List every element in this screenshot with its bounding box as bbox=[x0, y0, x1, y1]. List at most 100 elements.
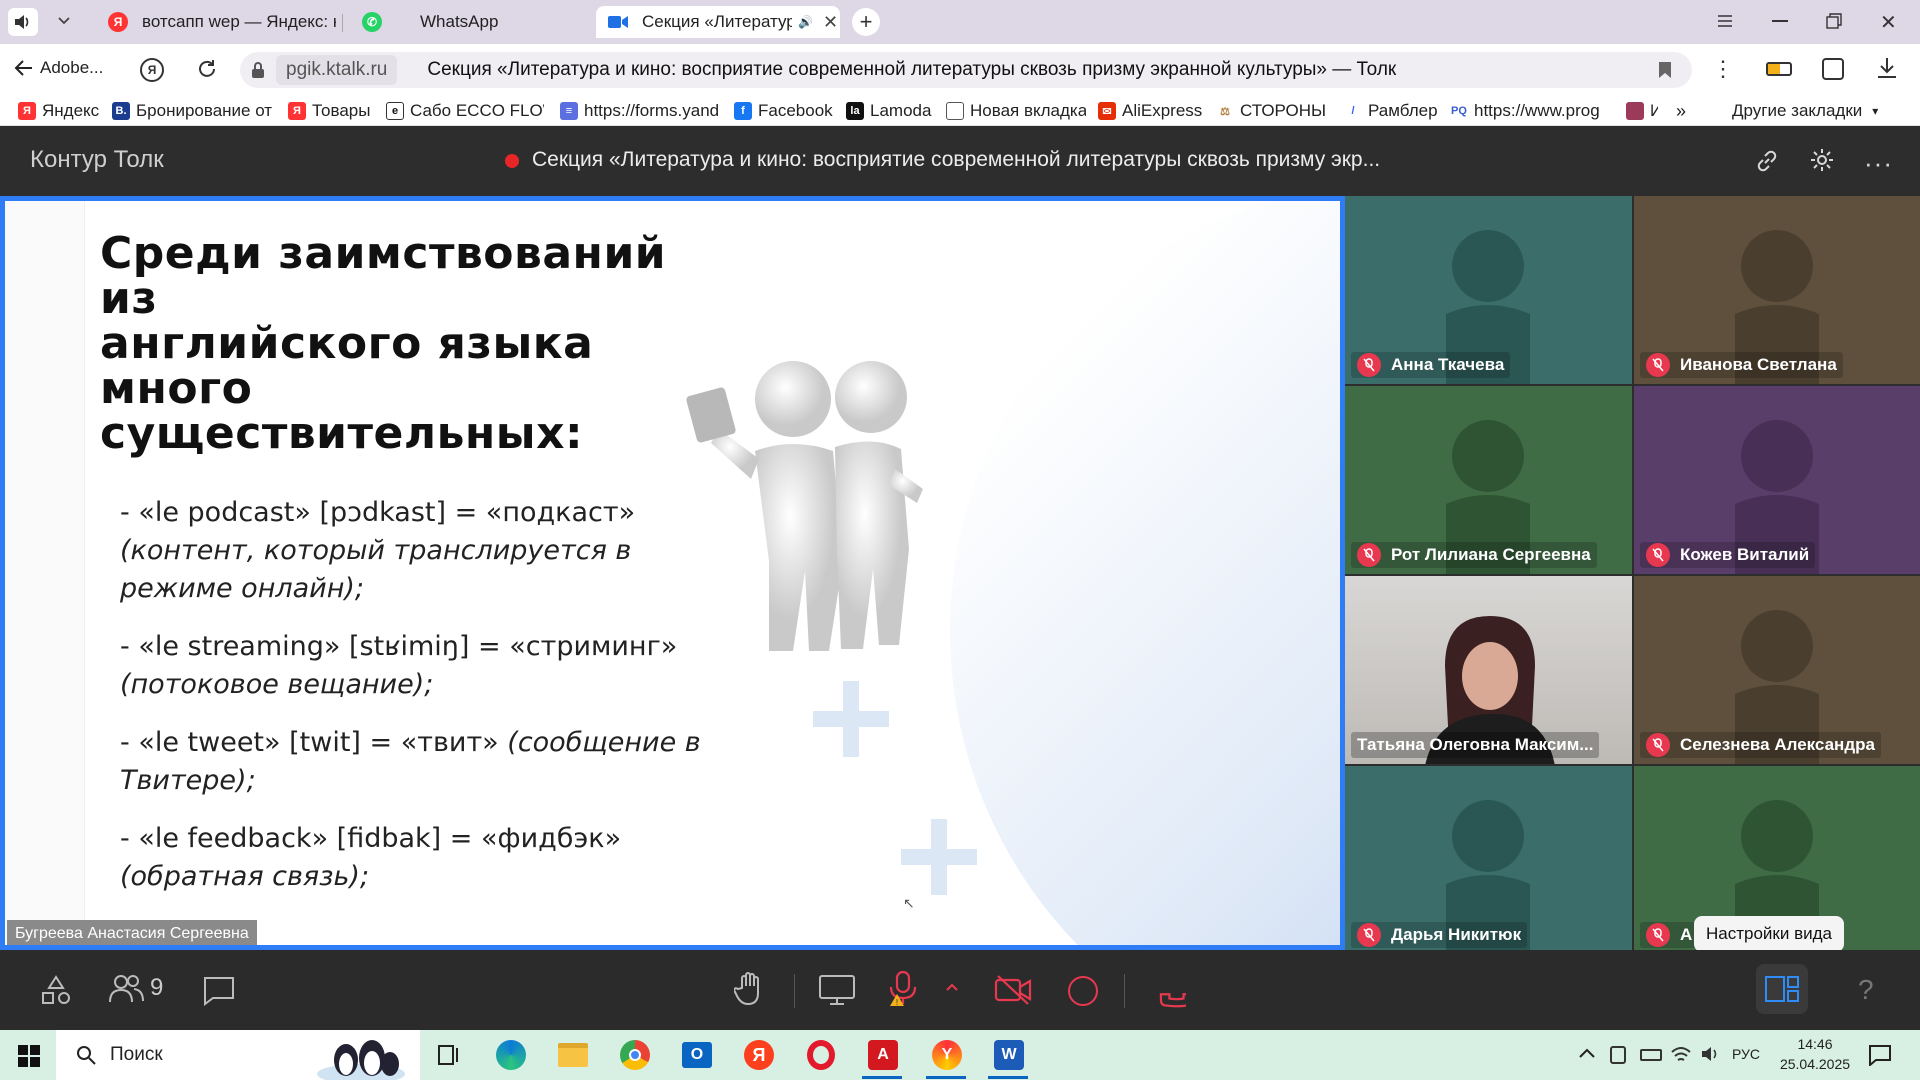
camera-off-icon[interactable] bbox=[994, 974, 1034, 1011]
wifi-icon[interactable] bbox=[1670, 1044, 1692, 1069]
battery-icon[interactable] bbox=[1766, 62, 1792, 76]
leave-call-icon[interactable] bbox=[1150, 972, 1194, 1013]
mic-off-icon bbox=[1357, 543, 1381, 567]
bookmark-item[interactable]: e Сабо ECCO FLOW bbox=[386, 99, 544, 123]
windows-start-icon[interactable] bbox=[18, 1045, 40, 1072]
bookmark-item[interactable]: / Рамблер bbox=[1344, 99, 1438, 123]
record-icon[interactable] bbox=[1068, 976, 1098, 1006]
participant-tile[interactable]: Дарья Никитюк bbox=[1345, 766, 1632, 954]
chrome-icon[interactable] bbox=[618, 1038, 652, 1072]
mic-warning-icon[interactable]: ! bbox=[886, 970, 920, 1013]
participant-tile[interactable]: Кожев Виталий bbox=[1634, 386, 1920, 574]
more-icon[interactable]: ··· bbox=[1864, 148, 1893, 179]
mic-off-icon bbox=[1357, 923, 1381, 947]
bookmark-label: Сабо ECCO FLOW bbox=[410, 101, 544, 120]
presentation-stage: Среди заимствований из английского языка… bbox=[0, 196, 1345, 950]
new-tab-button[interactable]: + bbox=[852, 8, 880, 36]
word-icon[interactable]: W bbox=[992, 1038, 1026, 1072]
screen-share-icon[interactable] bbox=[818, 974, 856, 1011]
outlook-icon[interactable]: O bbox=[680, 1038, 714, 1072]
acrobat-icon[interactable]: A bbox=[866, 1038, 900, 1072]
bookmark-item[interactable]: ✉ AliExpress bbox=[1098, 99, 1204, 123]
mic-off-icon bbox=[1357, 353, 1381, 377]
gear-icon[interactable] bbox=[1808, 146, 1836, 179]
close-tab-icon[interactable]: ✕ bbox=[823, 12, 838, 33]
help-button[interactable]: ? bbox=[1858, 974, 1874, 1006]
language-indicator[interactable]: РУС bbox=[1732, 1046, 1760, 1062]
app-logo[interactable]: Контур Толк bbox=[30, 146, 164, 174]
page-icon bbox=[946, 102, 964, 120]
participant-video-tile[interactable]: Татьяна Олеговна Максим... bbox=[1345, 576, 1632, 764]
shapes-icon[interactable] bbox=[40, 974, 72, 1011]
bookmark-icon[interactable] bbox=[1658, 61, 1672, 79]
link-icon[interactable] bbox=[1754, 148, 1780, 179]
file-explorer-icon[interactable] bbox=[556, 1038, 590, 1072]
bookmark-item[interactable]: ≡ https://forms.yand bbox=[560, 99, 720, 123]
view-settings-tooltip: Настройки вида bbox=[1694, 916, 1844, 952]
layout-icon bbox=[1765, 976, 1799, 1002]
bookmark-item[interactable]: Я Товары bbox=[288, 99, 372, 123]
speaker-icon[interactable] bbox=[8, 8, 38, 36]
more-bookmarks-icon[interactable]: » bbox=[1676, 99, 1686, 123]
bullet-text: - «le podcast» [pɔdkast] = «подкаст» bbox=[120, 497, 636, 528]
task-view-icon[interactable] bbox=[432, 1038, 466, 1072]
tray-device-icon[interactable] bbox=[1610, 1046, 1626, 1064]
plus-decoration bbox=[901, 819, 977, 895]
edge-icon[interactable] bbox=[494, 1038, 528, 1072]
participant-tile[interactable]: Селезнева Александра bbox=[1634, 576, 1920, 764]
bookmark-favicon bbox=[1626, 102, 1644, 120]
download-icon[interactable] bbox=[1876, 56, 1898, 85]
other-bookmarks[interactable]: Другие закладки ▾ bbox=[1732, 99, 1878, 123]
reload-icon[interactable] bbox=[196, 58, 218, 85]
yandex-taskbar-icon[interactable]: Я bbox=[742, 1038, 776, 1072]
chat-icon[interactable] bbox=[202, 974, 236, 1011]
lock-icon bbox=[252, 62, 264, 78]
battery-tray-icon[interactable] bbox=[1640, 1049, 1662, 1061]
volume-icon[interactable] bbox=[1700, 1044, 1722, 1069]
taskbar-search[interactable]: Поиск bbox=[56, 1030, 420, 1080]
bookmark-item[interactable]: Новая вкладка bbox=[946, 99, 1086, 123]
close-window-icon[interactable]: ✕ bbox=[1880, 10, 1897, 35]
tabs-dropdown-icon[interactable] bbox=[56, 12, 76, 32]
chevron-up-icon[interactable] bbox=[1578, 1046, 1596, 1065]
tab-audio-icon: 🔊 bbox=[798, 15, 813, 29]
participant-tile[interactable]: Анна Ткачева bbox=[1345, 196, 1632, 384]
bookmark-item[interactable]: la Lamoda bbox=[846, 99, 936, 123]
restore-icon[interactable] bbox=[1826, 13, 1842, 29]
selfie-figures-image bbox=[686, 361, 923, 651]
collections-icon[interactable] bbox=[1822, 58, 1844, 80]
bookmark-item[interactable]: И bbox=[1626, 99, 1658, 123]
notifications-icon[interactable] bbox=[1868, 1044, 1892, 1071]
participant-name-tag: Иванова Светлана bbox=[1640, 352, 1843, 378]
mic-off-icon bbox=[1646, 543, 1670, 567]
bookmark-item[interactable]: PQ https://www.prog bbox=[1450, 99, 1610, 123]
participants-button[interactable]: 9 bbox=[108, 972, 163, 1004]
menu-icon[interactable] bbox=[1716, 12, 1736, 32]
url-domain[interactable]: pgik.ktalk.ru bbox=[276, 55, 398, 85]
yandex-browser-icon[interactable]: Y bbox=[930, 1038, 964, 1072]
clock[interactable]: 14:46 25.04.2025 bbox=[1770, 1034, 1860, 1074]
back-arrow-icon bbox=[14, 60, 32, 76]
bookmark-label: Facebook bbox=[758, 101, 833, 120]
tab-yandex-search[interactable]: Я вотсапп wep — Яндекс: на bbox=[96, 6, 336, 38]
view-settings-button[interactable] bbox=[1756, 964, 1808, 1014]
bookmark-item[interactable]: Я Яндекс bbox=[18, 99, 100, 123]
more-options-icon[interactable]: ⋮ bbox=[1712, 54, 1734, 84]
bookmark-item[interactable]: ⚖ СТОРОНЫ bbox=[1216, 99, 1330, 123]
participant-name: А bbox=[1680, 925, 1693, 944]
raise-hand-icon[interactable] bbox=[732, 970, 768, 1011]
page-title: Секция «Литература и кино: восприятие со… bbox=[427, 59, 1397, 80]
url-box[interactable]: pgik.ktalk.ru Секция «Литература и кино:… bbox=[240, 52, 1692, 88]
slide-heading: Среди заимствований из английского языка… bbox=[100, 231, 720, 456]
tab-meeting[interactable]: Секция «Литератур 🔊 ✕ bbox=[596, 6, 840, 38]
bookmark-item[interactable]: B. Бронирование от bbox=[112, 99, 272, 123]
participant-tile[interactable]: Рот Лилиана Сергеевна bbox=[1345, 386, 1632, 574]
minimize-icon[interactable] bbox=[1772, 20, 1788, 22]
yandex-protect-icon[interactable]: Я bbox=[140, 58, 164, 82]
back-button[interactable]: Adobe... bbox=[14, 58, 103, 78]
tab-whatsapp[interactable]: ✆ WhatsApp bbox=[350, 6, 590, 38]
opera-icon[interactable] bbox=[804, 1038, 838, 1072]
bookmark-item[interactable]: f Facebook bbox=[734, 99, 834, 123]
participant-tile[interactable]: Иванова Светлана bbox=[1634, 196, 1920, 384]
chevron-up-icon[interactable] bbox=[944, 980, 960, 998]
